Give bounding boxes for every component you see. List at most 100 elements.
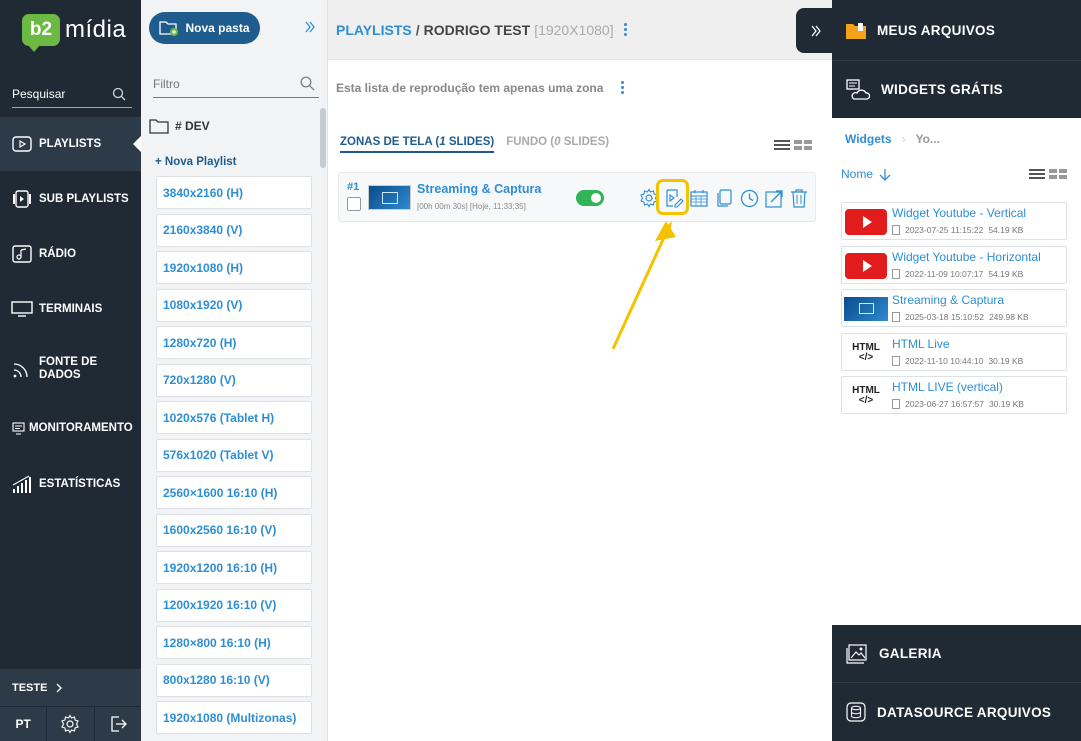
playlist-item[interactable]: 576x1020 (Tablet V)	[156, 438, 312, 472]
nav-search-input[interactable]	[12, 86, 92, 101]
slide-checkbox[interactable]	[347, 197, 361, 211]
nav-item-sub-playlists[interactable]: SUB PLAYLISTS	[0, 172, 141, 226]
nav-item-radio[interactable]: RÁDIO	[0, 227, 141, 281]
collapse-right-panel-button[interactable]	[796, 8, 836, 53]
duplicate-button[interactable]	[713, 187, 735, 209]
widget-name: HTML LIVE (vertical)	[892, 380, 1003, 394]
breadcrumb-current[interactable]: Yo...	[916, 132, 940, 146]
language-selector[interactable]: PT	[0, 707, 46, 741]
nav-item-label: MONITORAMENTO	[29, 422, 133, 434]
collapse-folders-button[interactable]	[303, 20, 317, 37]
search-icon[interactable]	[300, 76, 315, 91]
playlist-item[interactable]: 2160x3840 (V)	[156, 213, 312, 247]
sort-by-name[interactable]: Nome	[841, 167, 891, 181]
tab-label: FUNDO (	[506, 136, 555, 148]
playlist-item[interactable]: 1600x2560 16:10 (V)	[156, 513, 312, 547]
playlist-item[interactable]: 1080x1920 (V)	[156, 288, 312, 322]
gallery-section[interactable]: GALERIA	[832, 625, 1081, 682]
settings-button[interactable]	[46, 707, 93, 741]
breadcrumb-root[interactable]: PLAYLISTS	[336, 22, 412, 38]
playlist-item[interactable]: 2560×1600 16:10 (H)	[156, 476, 312, 509]
tab-label-suffix: SLIDES)	[445, 136, 495, 148]
list-view-icon[interactable]	[774, 139, 790, 151]
music-note-icon	[11, 245, 33, 263]
logout-button[interactable]	[93, 707, 141, 741]
breadcrumb-root[interactable]: Widgets	[845, 132, 892, 146]
widget-meta: 2023-07-25 11:15:22 54.19 KB	[892, 225, 1023, 235]
new-playlist-button[interactable]: + Nova Playlist	[155, 156, 237, 168]
tab-screen-zones[interactable]: ZONAS DE TELA (1 SLIDES)	[340, 136, 495, 153]
nav-item-data-source[interactable]: FONTE DE DADOS	[0, 342, 141, 396]
section-title: MEUS ARQUIVOS	[877, 22, 996, 38]
playlist-list: 3840x2160 (H) 2160x3840 (V) 1920x1080 (H…	[156, 176, 312, 739]
widget-item[interactable]: Widget Youtube - Horizontal 2022-11-09 1…	[841, 245, 1067, 284]
playlist-item[interactable]: 3840x2160 (H)	[156, 176, 312, 209]
filter-input[interactable]	[153, 76, 273, 91]
my-files-section[interactable]: MEUS ARQUIVOS	[832, 0, 1081, 60]
file-icon	[892, 355, 900, 366]
widget-name: Streaming & Captura	[892, 293, 1005, 307]
playlist-item[interactable]: 1280x720 (H)	[156, 326, 312, 359]
playlist-item[interactable]: 1920x1200 16:10 (H)	[156, 551, 312, 584]
widget-name: Widget Youtube - Horizontal	[892, 249, 1041, 264]
tab-background[interactable]: FUNDO (0 SLIDES)	[506, 136, 609, 153]
zone-options-icon[interactable]	[621, 80, 625, 95]
new-folder-button[interactable]: Nova pasta	[149, 12, 260, 44]
widget-item[interactable]: Widget Youtube - Vertical 2023-07-25 11:…	[841, 202, 1067, 240]
slide-number: #1	[347, 181, 360, 193]
widget-item[interactable]: HTML </> HTML Live 2022-11-10 10:44:10 30.…	[841, 332, 1067, 371]
double-chevron-right-icon	[305, 21, 315, 33]
search-icon[interactable]	[112, 87, 126, 101]
file-icon	[892, 399, 900, 409]
playlist-item[interactable]: 800x1280 16:10 (V)	[156, 663, 312, 697]
nav-tools: PT	[0, 707, 141, 741]
playlist-item[interactable]: 1020x576 (Tablet H)	[156, 401, 312, 434]
duration-button[interactable]	[738, 187, 760, 209]
slide-enabled-toggle[interactable]	[576, 190, 604, 206]
playlist-item[interactable]: 720x1280 (V)	[156, 363, 312, 397]
free-widgets-section[interactable]: WIDGETS GRÁTIS	[832, 60, 1081, 118]
nav-item-label: SUB PLAYLISTS	[39, 193, 129, 205]
open-external-button[interactable]	[763, 187, 785, 209]
grid-view-icon[interactable]	[794, 139, 812, 151]
widget-item[interactable]: Streaming & Captura 2025-03-18 15:10:52 2…	[841, 289, 1067, 327]
folder-name: # DEV	[175, 119, 210, 133]
widget-size: 54.19 KB	[988, 268, 1024, 279]
streaming-icon	[844, 296, 888, 322]
image-gallery-icon	[846, 643, 868, 664]
nav-item-label: TERMINAIS	[39, 303, 103, 315]
logout-icon	[111, 716, 127, 732]
playlist-item[interactable]: 1920x1080 (H)	[156, 251, 312, 284]
playlist-item[interactable]: 1200x1920 16:10 (V)	[156, 588, 312, 622]
slide-thumbnail[interactable]	[368, 185, 411, 210]
gear-icon	[61, 714, 80, 734]
playlist-item[interactable]: 1280×800 16:10 (H)	[156, 626, 312, 659]
slide-row[interactable]: #1 Streaming & Captura [00h 00m 30s] [Ho…	[338, 172, 816, 222]
breadcrumb-separator: /	[415, 21, 420, 38]
schedule-calendar-button[interactable]	[688, 187, 710, 209]
nav-item-statistics[interactable]: ESTATÍSTICAS	[0, 457, 141, 511]
delete-button[interactable]	[788, 187, 810, 209]
nav-item-terminals[interactable]: TERMINAIS	[0, 282, 141, 336]
highlight-box	[656, 179, 689, 215]
more-options-icon[interactable]	[623, 22, 627, 37]
list-view-icon[interactable]	[1029, 168, 1045, 180]
database-icon	[846, 702, 866, 722]
slide-title[interactable]: Streaming & Captura	[417, 182, 541, 196]
widget-item[interactable]: HTML </> HTML LIVE (vertical) 2023-06-27 …	[841, 376, 1067, 414]
zone-info: Esta lista de reprodução tem apenas uma …	[336, 80, 625, 95]
nav-item-monitoring[interactable]: MONITORAMENTO	[0, 401, 141, 455]
widget-meta: 2023-06-27 16:57:57 30.19 KB	[892, 399, 1024, 409]
folder-scrollbar[interactable]	[320, 108, 326, 168]
folder-item[interactable]: # DEV	[149, 118, 210, 134]
logo[interactable]: b2 mídia	[22, 14, 126, 52]
breadcrumb-separator-icon: ›	[901, 132, 906, 146]
folder-plus-icon	[159, 21, 179, 36]
grid-view-icon[interactable]	[1049, 168, 1067, 180]
playlist-resolution: [1920X1080]	[534, 21, 614, 38]
html-icon: HTML </>	[852, 341, 880, 363]
user-menu[interactable]: TESTE	[0, 669, 141, 707]
nav-item-playlists[interactable]: PLAYLISTS	[0, 117, 141, 171]
playlist-item[interactable]: 1920x1080 (Multizonas)	[156, 701, 312, 734]
datasource-files-section[interactable]: DATASOURCE ARQUIVOS	[832, 682, 1081, 741]
